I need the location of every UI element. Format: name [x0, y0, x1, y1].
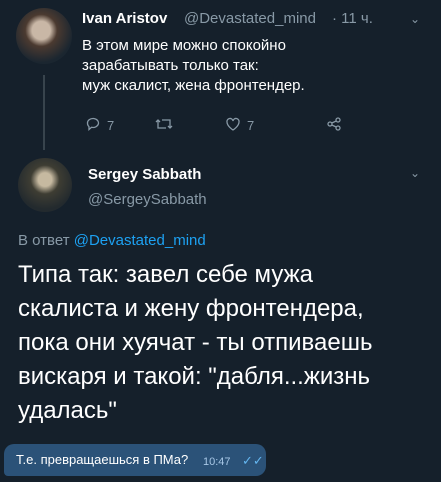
- tweet2-text-line: удалась": [18, 397, 117, 424]
- tweet1-text: В этом мире можно спокойно зарабатывать …: [82, 36, 382, 96]
- tweet2-text-line: Типа так: завел себе мужа: [18, 261, 313, 288]
- reply-to-line: В ответ @Devastated_mind: [18, 232, 206, 249]
- message-text: Т.е. превращаешься в ПМа?: [16, 452, 189, 467]
- message-bubble[interactable]: Т.е. превращаешься в ПМа? 10:47 ✓✓: [4, 444, 266, 476]
- reply-button[interactable]: 7: [85, 116, 114, 135]
- reply-count: 7: [107, 118, 115, 133]
- tweet2-text: Типа так: завел себе мужа скалиста и жен…: [18, 258, 428, 428]
- tweet2-author-name[interactable]: Sergey Sabbath: [88, 166, 201, 183]
- like-icon: [225, 116, 241, 135]
- tweet1-text-line: зарабатывать только так:: [82, 57, 259, 74]
- reply-prefix: В ответ: [18, 232, 70, 249]
- like-button[interactable]: 7: [225, 116, 254, 135]
- retweet-button[interactable]: [155, 116, 173, 135]
- like-count: 7: [247, 118, 255, 133]
- double-check-icon: ✓✓: [242, 453, 264, 468]
- share-icon: [326, 116, 342, 135]
- tweet2-author-handle[interactable]: @SergeySabbath: [88, 191, 207, 208]
- tweet2-text-line: скалиста и жену фронтендера,: [18, 295, 364, 322]
- tweet1-actions: 7 7: [85, 116, 385, 134]
- avatar[interactable]: [16, 8, 72, 64]
- message-time: 10:47: [203, 456, 231, 468]
- reply-icon: [85, 116, 101, 135]
- tweet2-text-line: вискаря и такой: "дабля...жизнь: [18, 363, 371, 390]
- retweet-icon: [155, 116, 173, 135]
- tweet1-author-handle[interactable]: @Devastated_mind: [184, 10, 316, 27]
- thread-connector-line: [43, 75, 45, 150]
- tweet2-text-line: пока они хуячат - ты отпиваешь: [18, 329, 373, 356]
- avatar[interactable]: [18, 158, 72, 212]
- screenshot-frame: Ivan Aristov @Devastated_mind · 11 ч. ⌄ …: [0, 0, 441, 482]
- chevron-down-icon[interactable]: ⌄: [410, 12, 420, 26]
- chevron-down-icon[interactable]: ⌄: [410, 166, 420, 180]
- reply-mention-link[interactable]: @Devastated_mind: [74, 232, 206, 249]
- share-button[interactable]: [326, 116, 342, 135]
- tweet1-text-line: В этом мире можно спокойно: [82, 37, 286, 54]
- tweet1-author-name[interactable]: Ivan Aristov: [82, 10, 167, 27]
- tweet1-timestamp[interactable]: · 11 ч.: [332, 10, 373, 27]
- tweet1-text-line: муж скалист, жена фронтендер.: [82, 77, 305, 94]
